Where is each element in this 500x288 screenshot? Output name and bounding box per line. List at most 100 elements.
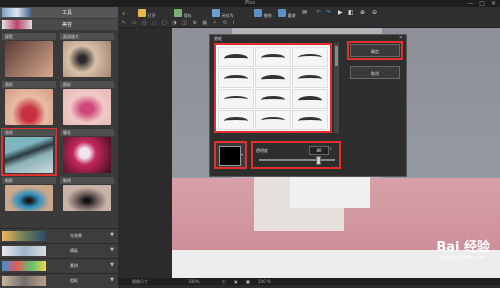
undo-label: 撤销 — [263, 13, 272, 18]
cell-label: 睫毛 — [60, 129, 114, 136]
opacity-control: 透明度 80 ⇕ — [251, 141, 341, 169]
eyebrow-brush[interactable] — [292, 89, 328, 109]
close-icon[interactable]: ✕ — [399, 35, 403, 41]
cell-label: 唇彩 — [60, 81, 114, 88]
category-thumb — [2, 261, 46, 271]
ok-button[interactable]: 确定 — [347, 41, 403, 60]
status-zoom-percent: 100 % — [258, 279, 271, 284]
save-button[interactable]: 保存 — [174, 9, 192, 18]
cell-thumbnail — [5, 89, 53, 125]
beauty-cell-eyebrow[interactable]: 眉毛 — [1, 128, 57, 176]
status-fill-icon[interactable]: ■ — [246, 278, 250, 285]
eyebrow-brush[interactable] — [255, 68, 291, 88]
opacity-input[interactable]: 80 — [309, 146, 329, 155]
category-label: 相框 — [70, 278, 78, 283]
eyebrow-brush[interactable] — [218, 47, 254, 67]
eyebrow-brush[interactable] — [292, 68, 328, 88]
undo-button[interactable]: 撤销 — [254, 9, 272, 18]
category-template[interactable]: 模板 ▼ — [0, 243, 118, 258]
status-actual-icon[interactable]: ▣ — [234, 278, 238, 285]
save-as-button[interactable]: 另存为 — [212, 9, 234, 18]
close-button[interactable]: ✕ — [491, 0, 496, 7]
cell-thumbnail — [63, 185, 111, 211]
cell-thumbnail — [63, 137, 111, 173]
open-button[interactable]: 打开 — [138, 9, 156, 18]
main-toolbar: ‹ 打开 保存 另存为 撤销 重做 ✉ ↶ ↷ ▶ ◧ ⊕ ⊖ ↖ ▭ ○ ◌ … — [118, 7, 500, 28]
tools-banner-label: 工具 — [62, 10, 73, 16]
eyebrow-brush[interactable] — [218, 68, 254, 88]
color-picker[interactable]: ▾ — [214, 141, 247, 169]
zoom-in-icon[interactable]: ⊕ — [360, 9, 365, 18]
beauty-cell-lip-2[interactable]: 唇彩 — [60, 81, 114, 127]
cell-thumbnail — [63, 89, 111, 125]
mail-icon[interactable]: ✉ — [302, 9, 307, 18]
play-icon[interactable]: ▶ — [338, 9, 343, 18]
cell-thumbnail — [5, 137, 53, 173]
eyebrow-brush[interactable] — [218, 89, 254, 109]
beauty-banner[interactable]: 美容 — [0, 19, 118, 30]
eyebrow-brush[interactable] — [255, 110, 291, 130]
window-title: Pics — [245, 0, 255, 6]
tool-row[interactable]: ↖ ▭ ○ ◌ ▢ ◑ ◫ ⊕ ▦ ✧ ⟲ ⌇ — [122, 20, 237, 26]
opacity-slider-track[interactable] — [259, 159, 335, 161]
category-label: 模板 — [70, 248, 78, 253]
category-frame[interactable]: 相框 ▼ — [0, 273, 118, 288]
redo-button[interactable]: 重做 — [278, 9, 296, 18]
cell-label: 面部放大 — [60, 33, 114, 40]
category-label: 光效果 — [70, 233, 82, 238]
eyebrow-brush[interactable] — [218, 110, 254, 130]
cancel-button[interactable]: 取消 — [350, 66, 400, 79]
beauty-cell-eyeliner[interactable]: 眼线 — [60, 177, 114, 213]
zoom-out-icon[interactable]: ⊖ — [372, 9, 377, 18]
eyebrow-brush-grid — [214, 43, 332, 133]
chevron-down-icon: ▼ — [110, 277, 114, 283]
maximize-button[interactable]: □ — [479, 0, 485, 7]
compare-icon[interactable]: ◧ — [348, 9, 354, 18]
status-zoom: 100% — [188, 279, 200, 284]
color-swatch[interactable] — [219, 146, 241, 166]
rotate-left-icon[interactable]: ↶ — [316, 9, 321, 18]
save-as-icon — [212, 9, 220, 17]
cell-label: 瘦脸 — [2, 33, 56, 40]
tools-banner[interactable]: 工具 — [0, 7, 118, 18]
eyebrow-brush[interactable] — [255, 89, 291, 109]
redo-label: 重做 — [287, 13, 296, 18]
beauty-cell-face-slim[interactable]: 瘦脸 — [2, 33, 56, 79]
eyebrow-brush[interactable] — [292, 47, 328, 67]
save-label: 保存 — [183, 13, 192, 18]
minimize-button[interactable]: — — [467, 0, 473, 7]
eyebrow-brush[interactable] — [255, 47, 291, 67]
scrollbar-thumb[interactable] — [335, 46, 338, 66]
save-as-label: 另存为 — [221, 13, 234, 18]
dialog-title: 眉毛 — [214, 36, 222, 41]
back-arrow-icon[interactable]: ‹ — [122, 9, 125, 18]
eyebrow-brush[interactable] — [292, 110, 328, 130]
category-material[interactable]: 素材 ▼ — [0, 258, 118, 273]
status-fit-icon[interactable]: ◰ — [222, 278, 226, 285]
tools-banner-thumb — [2, 8, 32, 17]
category-label: 素材 — [70, 263, 78, 268]
cell-label: 唇彩 — [2, 81, 56, 88]
beauty-cell-eyeshadow[interactable]: 眼影 — [2, 177, 56, 213]
open-label: 打开 — [147, 13, 156, 18]
beauty-cell-lip-1[interactable]: 唇彩 — [2, 81, 56, 127]
undo-icon — [254, 9, 262, 17]
category-light-effect[interactable]: 光效果 ▼ — [0, 228, 118, 243]
opacity-slider-thumb[interactable] — [316, 156, 322, 165]
status-bar: 图像尺寸 100% ◰ ▣ ■ 100 % — [118, 278, 500, 285]
cell-thumbnail — [5, 185, 53, 211]
spinner-icon[interactable]: ⇕ — [329, 146, 332, 151]
category-thumb — [2, 231, 46, 241]
cell-label: 眼线 — [60, 177, 114, 184]
cell-thumbnail — [5, 41, 53, 77]
beauty-cell-face-enlarge[interactable]: 面部放大 — [60, 33, 114, 79]
watermark: Bai 经验 jingyan.baidu.com — [436, 236, 490, 261]
title-bar: Pics — □ ✕ — [0, 0, 500, 7]
rotate-right-icon[interactable]: ↷ — [326, 9, 331, 18]
beauty-cell-eyelash[interactable]: 睫毛 — [60, 129, 114, 175]
chevron-down-icon: ▼ — [110, 247, 114, 253]
brush-scrollbar[interactable] — [334, 43, 339, 133]
beauty-banner-label: 美容 — [62, 22, 73, 28]
redo-icon — [278, 9, 286, 17]
save-icon — [174, 9, 182, 17]
